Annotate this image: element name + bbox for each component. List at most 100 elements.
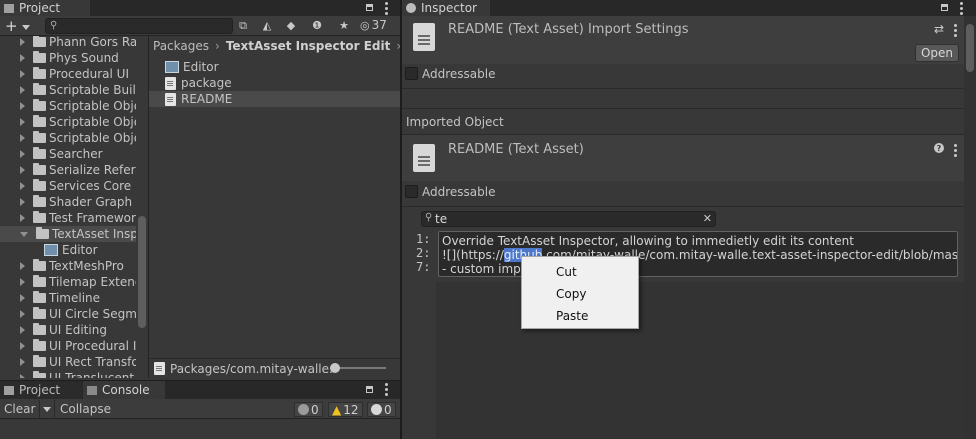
search-input[interactable]: ⚲ xyxy=(45,18,233,34)
breadcrumb-root[interactable]: Packages xyxy=(153,39,209,53)
filter-by-type-icon[interactable]: ◭ xyxy=(256,17,278,34)
chevron-right-icon[interactable] xyxy=(20,198,25,206)
hidden-packages-toggle[interactable]: ◎ 37 xyxy=(360,18,387,32)
zoom-slider-handle[interactable] xyxy=(330,363,340,373)
context-menu-cut[interactable]: Cut xyxy=(556,265,577,279)
tree-item[interactable]: UI Circle Segme xyxy=(0,306,136,322)
kebab-menu-icon[interactable] xyxy=(954,24,957,39)
tab-inspector[interactable]: Inspector xyxy=(402,0,490,16)
addressable-checkbox-2[interactable] xyxy=(405,185,418,198)
chevron-right-icon[interactable] xyxy=(20,54,25,62)
tree-item[interactable]: Procedural UI xyxy=(0,66,136,82)
tree-item[interactable]: UI Rect Transfo xyxy=(0,354,136,370)
file-list-item[interactable]: README xyxy=(149,91,400,107)
folder-icon xyxy=(33,323,46,335)
tree-item[interactable]: Tilemap Extend xyxy=(0,274,136,290)
tab-project-bottom[interactable]: Project xyxy=(0,381,82,399)
lock-icon[interactable] xyxy=(941,4,948,11)
inspector-scrollbar-thumb[interactable] xyxy=(966,24,974,72)
tree-item[interactable]: UI Translucent xyxy=(0,370,136,378)
folder-icon xyxy=(33,371,46,378)
chevron-down-icon[interactable] xyxy=(20,231,28,237)
chevron-right-icon[interactable] xyxy=(20,374,25,378)
tree-item[interactable]: Phann Gors Rai xyxy=(0,36,136,50)
chevron-right-icon[interactable] xyxy=(20,326,25,334)
collapse-button[interactable]: Collapse xyxy=(60,402,111,416)
tree-item[interactable]: Timeline xyxy=(0,290,136,306)
chevron-right-icon[interactable] xyxy=(20,134,25,142)
tree-item[interactable]: Scriptable Obje xyxy=(0,98,136,114)
text-content-area[interactable]: Override TextAsset Inspector, allowing t… xyxy=(438,231,958,277)
filter-by-label-icon[interactable]: ◆ xyxy=(280,17,302,34)
kebab-menu-icon[interactable] xyxy=(954,144,957,159)
tab-console[interactable]: Console xyxy=(83,381,165,399)
inspector-scrollbar-track[interactable] xyxy=(964,16,976,439)
info-filter-button[interactable]: 0 xyxy=(294,402,323,417)
chevron-right-icon[interactable] xyxy=(20,102,25,110)
kebab-menu-icon[interactable] xyxy=(385,2,388,17)
chevron-right-icon[interactable] xyxy=(20,118,25,126)
file-list-item-label: package xyxy=(181,76,232,90)
file-list-item[interactable]: Editor xyxy=(149,59,400,75)
search-by-scene-icon[interactable]: ⧉ xyxy=(232,17,254,34)
clear-options-dropdown[interactable] xyxy=(39,400,55,418)
tree-scrollbar[interactable] xyxy=(138,216,146,328)
tree-item[interactable]: Scriptable Obje xyxy=(0,130,136,146)
breadcrumb-current[interactable]: TextAsset Inspector Edit xyxy=(226,39,391,53)
add-button[interactable]: + xyxy=(5,17,18,35)
chevron-right-icon[interactable] xyxy=(20,262,25,270)
folder-icon xyxy=(33,115,46,127)
chevron-right-icon[interactable] xyxy=(20,358,25,366)
chevron-right-icon[interactable] xyxy=(20,294,25,302)
kebab-menu-icon[interactable] xyxy=(960,2,963,17)
lock-icon[interactable] xyxy=(366,4,373,11)
tree-item[interactable]: Phys Sound xyxy=(0,50,136,66)
tree-item[interactable]: Shader Graph xyxy=(0,194,136,210)
chevron-right-icon[interactable] xyxy=(20,86,25,94)
lock-icon[interactable] xyxy=(366,386,373,393)
tab-project[interactable]: Project xyxy=(0,0,90,16)
tree-item-label: Test Framewor xyxy=(49,211,136,225)
tree-item[interactable]: Serialize Refere xyxy=(0,162,136,178)
tree-item[interactable]: TextAsset Inspe xyxy=(0,226,136,242)
context-menu-copy[interactable]: Copy xyxy=(556,287,586,301)
chevron-right-icon[interactable] xyxy=(20,342,25,350)
tree-item[interactable]: TextMeshPro xyxy=(0,258,136,274)
tree-item[interactable]: Test Framewor xyxy=(0,210,136,226)
chevron-right-icon[interactable] xyxy=(20,70,25,78)
tree-item[interactable]: Searcher xyxy=(0,146,136,162)
folder-tree[interactable]: Phann Gors Rai Phys Sound Procedural UI Scr… xyxy=(0,36,148,378)
text-search-input[interactable]: ⚲ te ✕ xyxy=(421,211,716,227)
filter-by-log-icon[interactable]: ❶ xyxy=(306,17,328,34)
chevron-right-icon[interactable] xyxy=(20,150,25,158)
text-line: - custom impo xyxy=(442,262,529,276)
tree-item-label: TextMeshPro xyxy=(49,259,124,273)
chevron-right-icon[interactable] xyxy=(20,166,25,174)
tree-item[interactable]: Scriptable Obje xyxy=(0,114,136,130)
file-list-item[interactable]: package xyxy=(149,75,400,91)
favorite-star-icon[interactable]: ★ xyxy=(333,17,355,34)
chevron-right-icon[interactable] xyxy=(20,38,25,46)
chevron-right-icon[interactable] xyxy=(20,214,25,222)
text-asset-icon xyxy=(413,144,435,172)
clear-button[interactable]: Clear xyxy=(4,402,35,416)
tree-item[interactable]: UI Editing xyxy=(0,322,136,338)
chevron-down-icon[interactable] xyxy=(22,25,30,30)
main-split-divider[interactable] xyxy=(400,0,402,439)
tree-item[interactable]: Services Core xyxy=(0,178,136,194)
context-menu-paste[interactable]: Paste xyxy=(556,309,588,323)
error-filter-button[interactable]: 0 xyxy=(367,402,396,417)
presets-icon[interactable]: ⇄ xyxy=(934,22,944,36)
open-button[interactable]: Open xyxy=(915,44,959,62)
help-icon[interactable]: ? xyxy=(934,143,944,153)
tree-item[interactable]: Scriptable Build xyxy=(0,82,136,98)
tree-item[interactable]: Editor xyxy=(0,242,136,258)
chevron-right-icon[interactable] xyxy=(20,182,25,190)
warning-filter-button[interactable]: ▲ 12 xyxy=(328,402,363,417)
clear-search-icon[interactable]: ✕ xyxy=(703,212,712,225)
chevron-right-icon[interactable] xyxy=(20,278,25,286)
addressable-checkbox[interactable] xyxy=(405,67,418,80)
kebab-menu-icon[interactable] xyxy=(385,383,388,398)
chevron-right-icon[interactable] xyxy=(20,310,25,318)
tree-item[interactable]: UI Procedural I xyxy=(0,338,136,354)
